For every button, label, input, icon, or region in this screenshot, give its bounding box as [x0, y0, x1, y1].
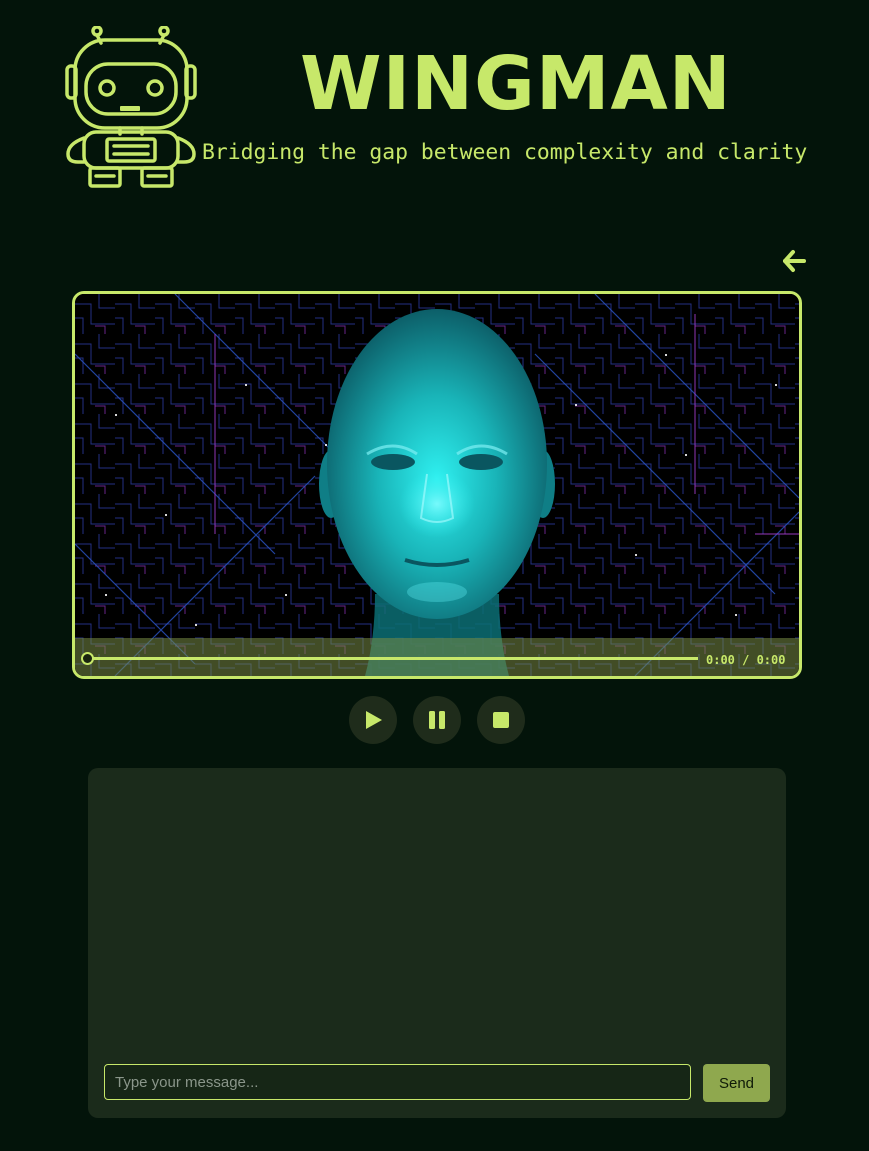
stop-icon	[493, 712, 509, 728]
chat-messages-area[interactable]	[104, 782, 770, 1058]
pause-button[interactable]	[413, 696, 461, 744]
page-title: WINGMAN	[300, 41, 732, 127]
stop-button[interactable]	[477, 696, 525, 744]
chat-panel: Send	[88, 768, 786, 1118]
play-button[interactable]	[349, 696, 397, 744]
pause-icon	[429, 711, 445, 729]
time-display: 0:00 / 0:00	[706, 653, 786, 667]
play-icon	[366, 711, 382, 729]
back-arrow-icon[interactable]	[780, 248, 808, 274]
tagline: Bridging the gap between complexity and …	[202, 140, 808, 165]
send-button[interactable]: Send	[703, 1064, 770, 1102]
progress-bar[interactable]	[86, 657, 698, 660]
robot-logo-icon	[65, 26, 197, 188]
message-input[interactable]	[104, 1064, 691, 1100]
video-poster-image	[75, 294, 799, 676]
video-player[interactable]: 0:00 / 0:00	[72, 291, 802, 679]
progress-handle[interactable]	[81, 652, 94, 665]
video-controls-bar: 0:00 / 0:00	[75, 638, 799, 676]
